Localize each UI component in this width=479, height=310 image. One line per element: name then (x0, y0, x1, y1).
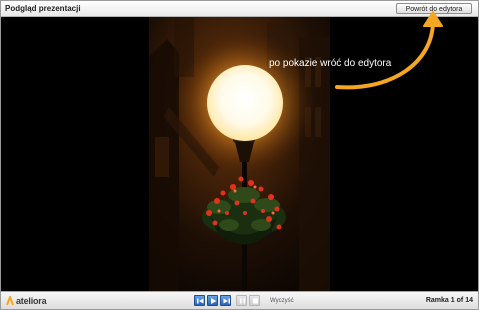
logo-mark-icon (6, 296, 14, 306)
frame-label: Ramka (425, 297, 449, 304)
frame-of: of (456, 297, 464, 304)
stop-button[interactable] (249, 295, 260, 306)
stop-icon (253, 298, 258, 304)
clear-button[interactable]: Wyczyść (270, 296, 294, 306)
back-to-editor-button[interactable]: Powrót do edytora (396, 3, 472, 14)
skip-to-start-icon (197, 298, 204, 304)
frame-counter: Ramka 1 of 14 (426, 295, 473, 307)
slide-annotation: po pokazie wróć do edytora (269, 58, 392, 69)
window-title: Podgląd prezentacji (5, 4, 81, 13)
play-icon (211, 298, 217, 304)
bottom-toolbar: ateliora Wyczyść Ramka 1 of 14 (1, 291, 478, 309)
presentation-preview-window: Podgląd prezentacji Powrót do edytora po… (0, 0, 479, 310)
frame-total: 14 (465, 297, 473, 304)
skip-to-end-icon (223, 298, 230, 304)
pause-button[interactable] (236, 295, 247, 306)
title-bar: Podgląd prezentacji Powrót do edytora (1, 1, 478, 17)
play-button[interactable] (207, 295, 218, 306)
frame-current: 1 (450, 297, 455, 304)
pause-icon (240, 298, 245, 304)
last-slide-button[interactable] (220, 295, 231, 306)
first-slide-button[interactable] (194, 295, 205, 306)
logo-text: ateliora (16, 296, 47, 306)
slide-stage: po pokazie wróć do edytora (1, 17, 478, 291)
